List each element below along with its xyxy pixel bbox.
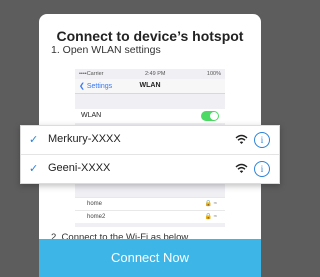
network-list-popup: ✓ Merkury-XXXX i ✓ Geeni-XXXX i (20, 125, 280, 184)
step-1-text: 1. Open WLAN settings (51, 44, 161, 56)
wlan-label: WLAN (81, 112, 102, 119)
battery-label: 100% (206, 71, 221, 77)
connect-now-button[interactable]: Connect Now (39, 239, 261, 277)
info-icon[interactable]: i (254, 132, 270, 148)
background-network-name: home2 (87, 214, 106, 220)
dialog-title: Connect to device’s hotspot (56, 28, 244, 44)
carrier-label: ••••Carrier (79, 71, 104, 77)
lock-icon: 🔒 ≈ (204, 201, 217, 207)
background-network-row: home2 🔒 ≈ (75, 210, 225, 223)
background-network-name: home (87, 201, 103, 207)
check-icon: ✓ (29, 163, 39, 175)
lock-icon: 🔒 ≈ (204, 214, 217, 220)
time-label: 2:49 PM (144, 71, 166, 77)
nav-title: WLAN (139, 82, 161, 89)
check-icon: ✓ (29, 134, 39, 146)
wifi-icon (235, 134, 248, 148)
wlan-toggle-row: WLAN (75, 109, 225, 123)
phone-nav-bar: ❮ Settings WLAN (75, 79, 225, 94)
network-name: Geeni-XXXX (48, 162, 111, 174)
network-row-geeni[interactable]: ✓ Geeni-XXXX i (21, 155, 279, 183)
info-icon[interactable]: i (254, 161, 270, 177)
network-name: Merkury-XXXX (48, 133, 121, 145)
wifi-icon (235, 163, 248, 177)
wlan-toggle (201, 111, 219, 121)
background-network-row: home 🔒 ≈ (75, 197, 225, 210)
phone-status-bar: ••••Carrier 2:49 PM 100% (75, 69, 225, 79)
network-row-merkury[interactable]: ✓ Merkury-XXXX i (21, 126, 279, 155)
